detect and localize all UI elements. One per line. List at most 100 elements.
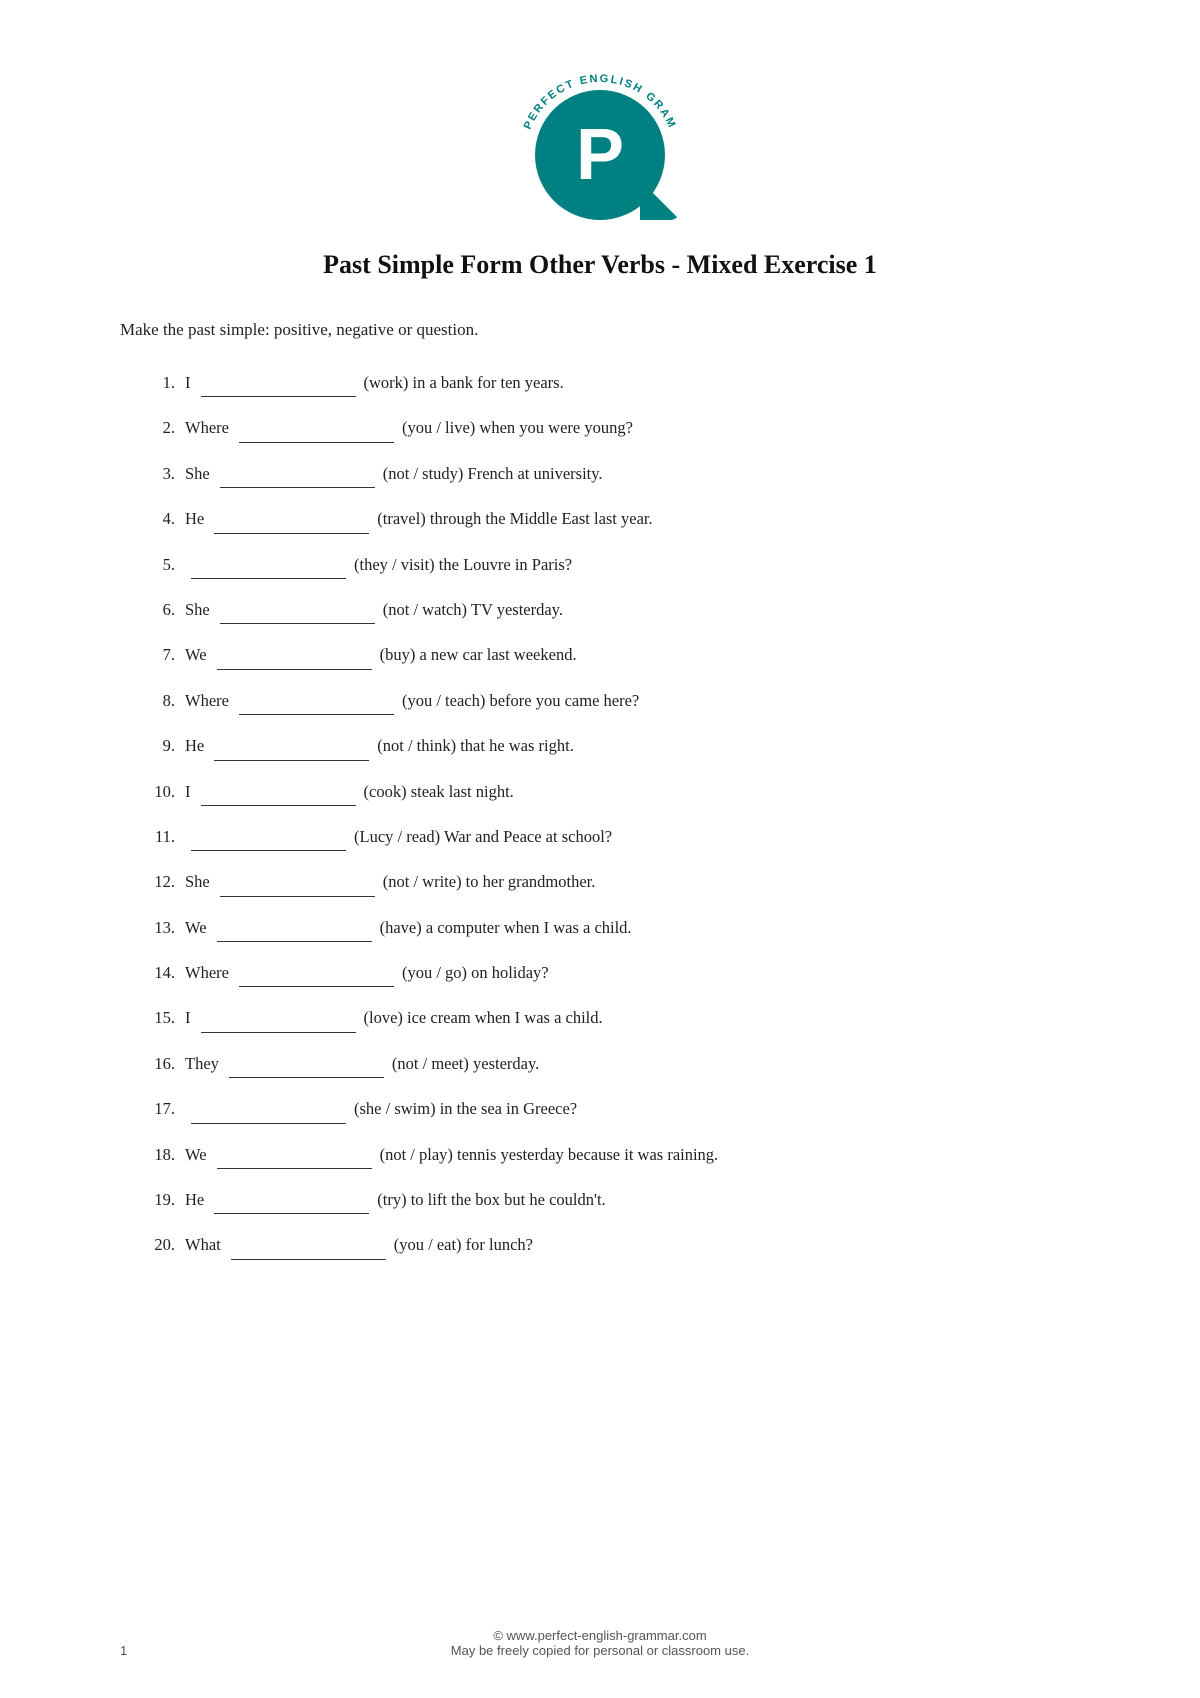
- item-number: 8.: [140, 688, 185, 714]
- exercise-item: 17. (she / swim) in the sea in Greece?: [140, 1096, 1080, 1123]
- footer-usage: May be freely copied for personal or cla…: [0, 1643, 1200, 1658]
- item-rest: (cook) steak last night.: [364, 779, 514, 805]
- item-blank: [214, 1187, 369, 1214]
- item-subject: Where: [185, 688, 229, 714]
- item-number: 14.: [140, 960, 185, 986]
- item-rest: (you / eat) for lunch?: [394, 1232, 533, 1258]
- exercise-item: 2.Where (you / live) when you were young…: [140, 415, 1080, 442]
- exercise-item: 5. (they / visit) the Louvre in Paris?: [140, 552, 1080, 579]
- item-subject: I: [185, 779, 191, 805]
- item-number: 20.: [140, 1232, 185, 1258]
- item-rest: (not / watch) TV yesterday.: [383, 597, 563, 623]
- exercise-item: 14.Where (you / go) on holiday?: [140, 960, 1080, 987]
- item-blank: [229, 1051, 384, 1078]
- exercise-item: 20.What (you / eat) for lunch?: [140, 1232, 1080, 1259]
- item-blank: [191, 552, 346, 579]
- item-blank: [201, 370, 356, 397]
- exercise-item: 9.He (not / think) that he was right.: [140, 733, 1080, 760]
- exercise-item: 1.I (work) in a bank for ten years.: [140, 370, 1080, 397]
- item-rest: (travel) through the Middle East last ye…: [377, 506, 652, 532]
- item-rest: (not / write) to her grandmother.: [383, 869, 596, 895]
- item-blank: [201, 779, 356, 806]
- item-rest: (try) to lift the box but he couldn't.: [377, 1187, 605, 1213]
- exercise-item: 13.We (have) a computer when I was a chi…: [140, 915, 1080, 942]
- item-number: 6.: [140, 597, 185, 623]
- item-blank: [220, 461, 375, 488]
- item-blank: [239, 415, 394, 442]
- item-blank: [220, 869, 375, 896]
- item-number: 1.: [140, 370, 185, 396]
- item-subject: He: [185, 733, 204, 759]
- item-subject: We: [185, 1142, 207, 1168]
- item-blank: [214, 506, 369, 533]
- exercise-item: 6.She (not / watch) TV yesterday.: [140, 597, 1080, 624]
- item-subject: She: [185, 597, 210, 623]
- instructions: Make the past simple: positive, negative…: [120, 320, 1080, 340]
- item-number: 10.: [140, 779, 185, 805]
- item-subject: What: [185, 1232, 221, 1258]
- logo-wrapper: PERFECT ENGLISH GRAMMAR P: [510, 60, 690, 220]
- logo-container: PERFECT ENGLISH GRAMMAR P: [120, 60, 1080, 220]
- item-number: 18.: [140, 1142, 185, 1168]
- item-rest: (she / swim) in the sea in Greece?: [354, 1096, 577, 1122]
- item-rest: (work) in a bank for ten years.: [364, 370, 564, 396]
- item-rest: (you / live) when you were young?: [402, 415, 633, 441]
- item-number: 16.: [140, 1051, 185, 1077]
- item-rest: (buy) a new car last weekend.: [380, 642, 577, 668]
- footer: © www.perfect-english-grammar.com May be…: [0, 1628, 1200, 1658]
- item-rest: (have) a computer when I was a child.: [380, 915, 632, 941]
- item-subject: He: [185, 506, 204, 532]
- page-title: Past Simple Form Other Verbs - Mixed Exe…: [120, 250, 1080, 280]
- item-subject: I: [185, 370, 191, 396]
- item-blank: [201, 1005, 356, 1032]
- item-blank: [239, 688, 394, 715]
- exercise-item: 15.I (love) ice cream when I was a child…: [140, 1005, 1080, 1032]
- item-rest: (not / play) tennis yesterday because it…: [380, 1142, 719, 1168]
- exercise-item: 8.Where (you / teach) before you came he…: [140, 688, 1080, 715]
- item-subject: Where: [185, 960, 229, 986]
- item-blank: [214, 733, 369, 760]
- exercise-list: 1.I (work) in a bank for ten years.2.Whe…: [140, 370, 1080, 1260]
- exercise-item: 7.We (buy) a new car last weekend.: [140, 642, 1080, 669]
- exercise-item: 16.They (not / meet) yesterday.: [140, 1051, 1080, 1078]
- item-number: 4.: [140, 506, 185, 532]
- item-blank: [191, 1096, 346, 1123]
- item-rest: (they / visit) the Louvre in Paris?: [354, 552, 572, 578]
- item-number: 3.: [140, 461, 185, 487]
- exercise-item: 12.She (not / write) to her grandmother.: [140, 869, 1080, 896]
- item-number: 9.: [140, 733, 185, 759]
- logo-tail: [640, 180, 680, 220]
- item-number: 13.: [140, 915, 185, 941]
- item-subject: They: [185, 1051, 219, 1077]
- item-blank: [239, 960, 394, 987]
- item-number: 19.: [140, 1187, 185, 1213]
- item-rest: (Lucy / read) War and Peace at school?: [354, 824, 612, 850]
- item-subject: Where: [185, 415, 229, 441]
- exercise-item: 3.She (not / study) French at university…: [140, 461, 1080, 488]
- exercise-item: 19.He (try) to lift the box but he could…: [140, 1187, 1080, 1214]
- item-subject: I: [185, 1005, 191, 1031]
- item-number: 17.: [140, 1096, 185, 1122]
- footer-copyright: © www.perfect-english-grammar.com: [0, 1628, 1200, 1643]
- exercise-item: 11. (Lucy / read) War and Peace at schoo…: [140, 824, 1080, 851]
- item-number: 11.: [140, 824, 185, 850]
- item-blank: [217, 915, 372, 942]
- item-blank: [231, 1232, 386, 1259]
- item-blank: [191, 824, 346, 851]
- item-subject: She: [185, 461, 210, 487]
- item-subject: He: [185, 1187, 204, 1213]
- item-rest: (not / meet) yesterday.: [392, 1051, 539, 1077]
- item-number: 7.: [140, 642, 185, 668]
- exercise-item: 10.I (cook) steak last night.: [140, 779, 1080, 806]
- item-blank: [220, 597, 375, 624]
- item-subject: We: [185, 642, 207, 668]
- item-number: 15.: [140, 1005, 185, 1031]
- item-number: 5.: [140, 552, 185, 578]
- item-rest: (you / teach) before you came here?: [402, 688, 639, 714]
- item-number: 12.: [140, 869, 185, 895]
- item-rest: (not / think) that he was right.: [377, 733, 574, 759]
- item-blank: [217, 642, 372, 669]
- item-rest: (not / study) French at university.: [383, 461, 603, 487]
- item-number: 2.: [140, 415, 185, 441]
- item-subject: We: [185, 915, 207, 941]
